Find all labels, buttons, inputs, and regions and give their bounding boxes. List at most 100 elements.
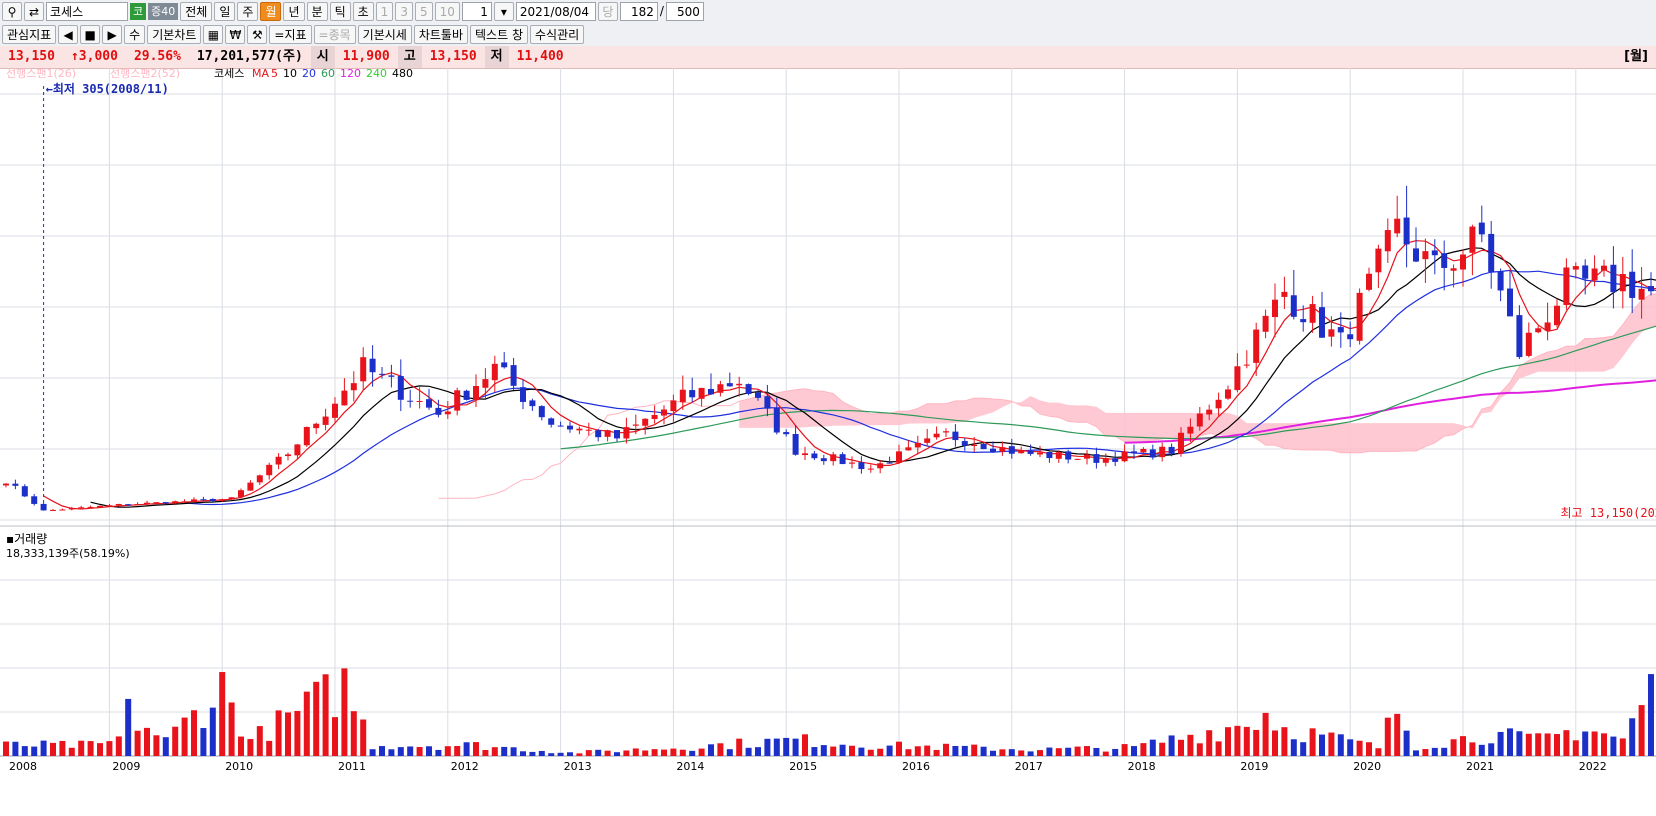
formula-manager-button[interactable]: 수식관리 (530, 24, 585, 44)
adjusted-price-button[interactable]: 수 (124, 24, 146, 44)
candle-body (811, 453, 818, 459)
candle-body (1422, 251, 1429, 260)
volume-bar (1055, 748, 1062, 756)
volume-bar (651, 749, 658, 756)
scroll-left-icon[interactable]: ◀ (58, 24, 79, 44)
wrench-icon[interactable]: ⚒ (247, 24, 268, 44)
interval-3-button[interactable]: 3 (395, 1, 413, 21)
volume-bar (1337, 734, 1344, 756)
volume-bar (1084, 746, 1090, 756)
candle-body (764, 396, 771, 409)
indicator-button[interactable]: =지표 (269, 24, 312, 44)
interval-1-button[interactable]: 1 (375, 1, 394, 21)
volume-bar (1290, 739, 1297, 756)
volume-bar (1196, 743, 1203, 756)
candle-body (520, 387, 526, 402)
period-day-button[interactable]: 일 (214, 1, 236, 21)
volume-bar (303, 691, 310, 756)
candle-body (1375, 248, 1382, 273)
volume-bar (172, 726, 179, 756)
candle-body (97, 505, 103, 508)
legend-item: 선행스팬1(26) (6, 68, 76, 80)
total-count-input[interactable]: 500 (665, 1, 704, 21)
candle-body (708, 388, 714, 395)
volume-bar (1178, 739, 1184, 756)
basic-quote-button[interactable]: 기본시세 (357, 24, 412, 44)
candle-body (1450, 268, 1457, 271)
candle-body (1243, 364, 1250, 366)
candle-body (379, 373, 385, 375)
period-minute-button[interactable]: 분 (306, 1, 328, 21)
candle-body (200, 499, 207, 501)
volume-bar (1046, 747, 1053, 756)
volume-bar (1008, 749, 1015, 756)
volume-bar (125, 698, 132, 756)
volume-bar (877, 748, 884, 756)
chevron-down-icon[interactable]: ▾ (493, 1, 514, 21)
volume-bar (576, 753, 583, 756)
period-all-button[interactable]: 전체 (180, 1, 213, 21)
chart-toolbar-button[interactable]: 차트툴바 (413, 24, 469, 44)
candle-body (3, 483, 9, 486)
period-year-button[interactable]: 년 (283, 1, 305, 21)
interval-10-button[interactable]: 10 (434, 1, 460, 21)
candle-body (21, 486, 28, 497)
candle-body (266, 464, 273, 476)
volume-bar (40, 740, 47, 756)
period-week-button[interactable]: 주 (237, 1, 259, 21)
period-tick-button[interactable]: 틱 (329, 1, 351, 21)
volume-bar (1384, 717, 1391, 756)
volume-bar (1535, 733, 1542, 756)
basic-chart-button[interactable]: 기본차트 (147, 24, 202, 44)
scroll-right-icon[interactable]: ▶ (102, 24, 123, 44)
volume-bar (1488, 743, 1495, 756)
volume-bar (1037, 750, 1043, 756)
volume-bar (1159, 742, 1166, 756)
view-count-input[interactable]: 182 (619, 1, 658, 21)
unit-button[interactable]: 당 (597, 1, 618, 21)
legend-item: 코세스 (214, 68, 244, 80)
chart-grid-icon[interactable]: ▦ (203, 24, 224, 44)
low-price: 11,400 (516, 49, 564, 64)
period-second-button[interactable]: 초 (352, 1, 374, 21)
stock-name-input[interactable]: 코세스 (46, 1, 128, 21)
candle-body (501, 362, 508, 368)
stock-chart[interactable]: ←최저 305(2008/11) 최고 13,150(2021/08)→ 선행스팬1… (0, 68, 1656, 816)
volume-bar (256, 726, 263, 756)
candle-body (557, 425, 564, 427)
volume-bar (1582, 731, 1589, 756)
date-input[interactable]: 2021/08/04 (515, 1, 596, 21)
period-month-button[interactable]: 월 (260, 1, 282, 21)
candle-body (1638, 288, 1645, 300)
candle-body (31, 496, 38, 504)
legend-item: 선행스팬2(52) (110, 68, 180, 80)
candle-body (1225, 389, 1231, 399)
swap-icon[interactable]: ⇄ (24, 1, 44, 21)
candle-body (1290, 295, 1297, 317)
won-icon[interactable]: ₩ (225, 24, 246, 44)
interval-5-button[interactable]: 5 (414, 1, 433, 21)
stock-compare-button[interactable]: =종목 (313, 24, 356, 44)
volume-bar (632, 748, 639, 756)
volume-bar (670, 748, 677, 756)
text-window-button[interactable]: 텍스트 창 (470, 24, 528, 44)
candle-body (952, 431, 959, 441)
candle-body (792, 433, 799, 455)
volume-bar (1394, 713, 1401, 756)
x-tick-label: 2008 (9, 760, 37, 773)
volume-bar (961, 745, 968, 756)
volume-bar (181, 717, 188, 756)
toolbar-row-1: ⚲ ⇄ 코세스 코 증40 전체 일 주 월 년 분 틱 초 1 3 5 10 … (0, 0, 704, 22)
volume-bar (379, 746, 385, 756)
volume-bar (106, 741, 113, 756)
count-input[interactable]: 1 (461, 1, 492, 21)
volume-bar (426, 746, 432, 756)
watch-indicator-button[interactable]: 관심지표 (2, 24, 57, 44)
candle-body (78, 507, 85, 509)
volume-bar (1431, 747, 1438, 756)
magnifier-icon[interactable]: ⚲ (2, 1, 22, 21)
stop-icon[interactable]: ■ (80, 24, 101, 44)
candle-body (181, 501, 188, 503)
candle-body (726, 383, 733, 387)
candle-body (595, 430, 602, 438)
